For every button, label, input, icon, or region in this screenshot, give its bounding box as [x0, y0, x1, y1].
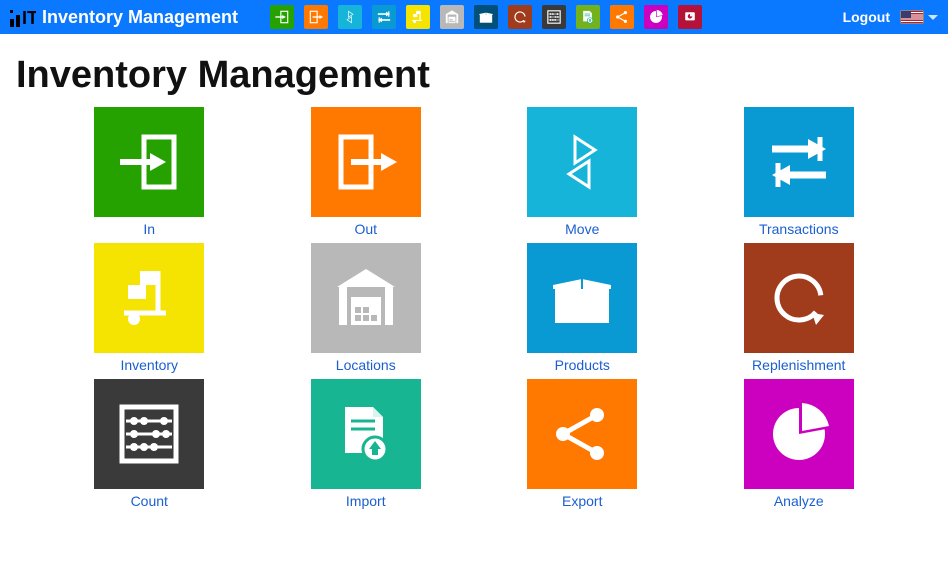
tile-label: Transactions [759, 221, 839, 237]
out-icon [311, 107, 421, 217]
tile-label: Out [354, 221, 377, 237]
toolbar-reports-icon[interactable] [678, 5, 702, 29]
in-icon [94, 107, 204, 217]
tile-products[interactable]: Products [489, 243, 676, 373]
tile-label: Count [131, 493, 168, 509]
replenishment-icon [744, 243, 854, 353]
transactions-icon [744, 107, 854, 217]
export-icon [527, 379, 637, 489]
move-icon [527, 107, 637, 217]
tile-replenishment[interactable]: Replenishment [706, 243, 893, 373]
topbar: IT Inventory Management Logout [0, 0, 948, 34]
tile-count[interactable]: Count [56, 379, 243, 509]
toolbar-inventory-icon[interactable] [406, 5, 430, 29]
tile-label: Import [346, 493, 386, 509]
tile-export[interactable]: Export [489, 379, 676, 509]
toolbar-products-icon[interactable] [474, 5, 498, 29]
toolbar-in-icon[interactable] [270, 5, 294, 29]
tile-label: Replenishment [752, 357, 845, 373]
tile-inventory[interactable]: Inventory [56, 243, 243, 373]
page-title: Inventory Management [16, 54, 932, 97]
tile-label: In [143, 221, 155, 237]
tile-label: Analyze [774, 493, 824, 509]
tile-label: Locations [336, 357, 396, 373]
toolbar-replenishment-icon[interactable] [508, 5, 532, 29]
tile-label: Inventory [120, 357, 178, 373]
toolbar-count-icon[interactable] [542, 5, 566, 29]
language-selector[interactable] [900, 10, 938, 24]
logo-area: IT Inventory Management [10, 7, 270, 28]
topbar-icons [270, 5, 843, 29]
import-icon [311, 379, 421, 489]
tile-grid: In Out Move Transactions Inventory Locations P… [16, 107, 932, 509]
content: Inventory Management In Out Move Transactio… [0, 34, 948, 509]
tile-out[interactable]: Out [273, 107, 460, 237]
svg-text:IT: IT [22, 8, 36, 27]
tile-move[interactable]: Move [489, 107, 676, 237]
products-icon [527, 243, 637, 353]
toolbar-out-icon[interactable] [304, 5, 328, 29]
toolbar-export-icon[interactable] [610, 5, 634, 29]
logo-icon: IT [10, 7, 36, 27]
app-title: Inventory Management [42, 7, 238, 28]
locations-icon [311, 243, 421, 353]
toolbar-transactions-icon[interactable] [372, 5, 396, 29]
toolbar-analyze-icon[interactable] [644, 5, 668, 29]
count-icon [94, 379, 204, 489]
tile-label: Products [555, 357, 610, 373]
toolbar-import-icon[interactable] [576, 5, 600, 29]
inventory-icon [94, 243, 204, 353]
topbar-right: Logout [843, 9, 938, 25]
tile-analyze[interactable]: Analyze [706, 379, 893, 509]
tile-locations[interactable]: Locations [273, 243, 460, 373]
toolbar-move-icon[interactable] [338, 5, 362, 29]
us-flag-icon [900, 10, 924, 24]
tile-import[interactable]: Import [273, 379, 460, 509]
logout-button[interactable]: Logout [843, 9, 890, 25]
tile-in[interactable]: In [56, 107, 243, 237]
chevron-down-icon [928, 15, 938, 20]
toolbar-locations-icon[interactable] [440, 5, 464, 29]
tile-label: Export [562, 493, 602, 509]
analyze-icon [744, 379, 854, 489]
tile-transactions[interactable]: Transactions [706, 107, 893, 237]
tile-label: Move [565, 221, 599, 237]
